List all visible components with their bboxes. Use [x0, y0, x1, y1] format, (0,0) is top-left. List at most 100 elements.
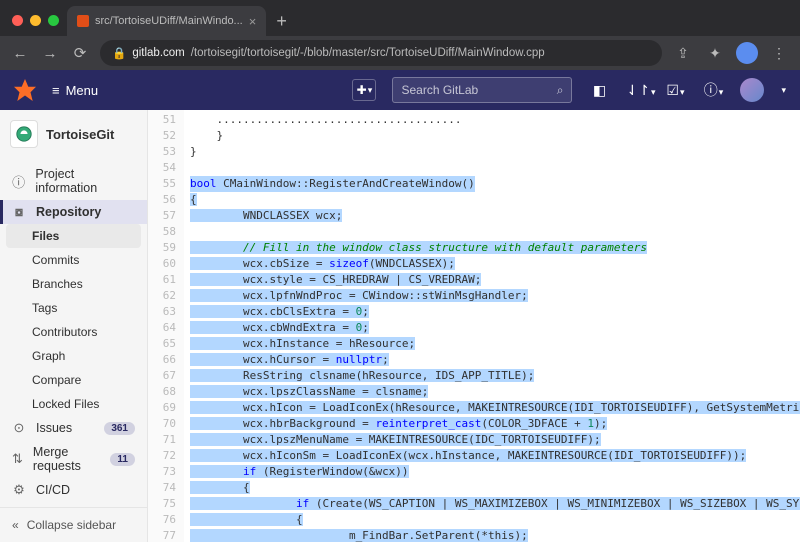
code-lines[interactable]: ..................................... }}…	[184, 110, 800, 542]
sidebar-item-graph[interactable]: Graph	[0, 344, 147, 368]
line-number[interactable]: 62	[148, 288, 176, 304]
line-number[interactable]: 56	[148, 192, 176, 208]
minimize-window-icon[interactable]	[30, 15, 41, 26]
line-number[interactable]: 66	[148, 352, 176, 368]
search-placeholder: Search GitLab	[401, 83, 478, 97]
tab-title: src/TortoiseUDiff/MainWindo...	[95, 15, 243, 27]
merge-requests-shortcut-icon[interactable]: ⇃↾▾	[626, 82, 648, 99]
code-line: wcx.lpszClassName = clsname;	[184, 384, 800, 400]
line-number[interactable]: 70	[148, 416, 176, 432]
code-line: wcx.hbrBackground = reinterpret_cast(COL…	[184, 416, 800, 432]
menu-icon[interactable]: ⋮	[768, 45, 790, 62]
line-number[interactable]: 63	[148, 304, 176, 320]
line-number[interactable]: 55	[148, 176, 176, 192]
line-number[interactable]: 54	[148, 160, 176, 176]
gitlab-logo-icon[interactable]	[14, 79, 36, 101]
sidebar-item-contributors[interactable]: Contributors	[0, 320, 147, 344]
forward-button[interactable]: →	[40, 45, 60, 62]
todos-icon[interactable]: ☑▾	[664, 82, 686, 99]
code-line: ResString clsname(hResource, IDS_APP_TIT…	[184, 368, 800, 384]
code-line	[184, 224, 800, 240]
code-line: wcx.hInstance = hResource;	[184, 336, 800, 352]
close-window-icon[interactable]	[12, 15, 23, 26]
chevron-left-icon: «	[12, 518, 19, 532]
line-number[interactable]: 74	[148, 480, 176, 496]
code-line: m_FindBar.SetParent(*this);	[184, 528, 800, 542]
sidebar-item-commits[interactable]: Commits	[0, 248, 147, 272]
browser-toolbar: ← → ⟳ 🔒 gitlab.com/tortoisegit/tortoiseg…	[0, 36, 800, 70]
sidebar-item-label: Commits	[32, 253, 79, 267]
line-number[interactable]: 72	[148, 448, 176, 464]
sidebar-item-merge-requests[interactable]: ⇅Merge requests11	[0, 440, 147, 478]
back-button[interactable]: ←	[10, 45, 30, 62]
code-line	[184, 160, 800, 176]
address-bar[interactable]: 🔒 gitlab.com/tortoisegit/tortoisegit/-/b…	[100, 40, 662, 66]
line-number[interactable]: 52	[148, 128, 176, 144]
share-icon[interactable]: ⇪	[672, 45, 694, 62]
maximize-window-icon[interactable]	[48, 15, 59, 26]
line-number[interactable]: 59	[148, 240, 176, 256]
lock-icon: 🔒	[112, 46, 126, 60]
sidebar-item-branches[interactable]: Branches	[0, 272, 147, 296]
search-input[interactable]: Search GitLab ⌕	[392, 77, 572, 103]
line-number[interactable]: 65	[148, 336, 176, 352]
line-number[interactable]: 51	[148, 112, 176, 128]
sidebar-item-files[interactable]: Files	[6, 224, 141, 248]
extensions-icon[interactable]: ✦	[704, 45, 726, 62]
line-number[interactable]: 76	[148, 512, 176, 528]
help-icon[interactable]: ⓘ▾	[702, 80, 724, 100]
browser-tab[interactable]: src/TortoiseUDiff/MainWindo... ×	[67, 6, 266, 36]
url-path: /tortoisegit/tortoisegit/-/blob/master/s…	[191, 47, 545, 59]
code-line: }	[184, 128, 800, 144]
line-number[interactable]: 68	[148, 384, 176, 400]
new-tab-button[interactable]: +	[266, 11, 297, 36]
code-line: wcx.lpfnWndProc = CWindow::stWinMsgHandl…	[184, 288, 800, 304]
sidebar-item-locked-files[interactable]: Locked Files	[0, 392, 147, 416]
sidebar-item-tags[interactable]: Tags	[0, 296, 147, 320]
issues-icon: ⊙	[12, 421, 26, 435]
project-header[interactable]: TortoiseGit	[0, 110, 147, 158]
sidebar-item-label: Issues	[36, 421, 72, 435]
sidebar-item-project-information[interactable]: ⓘProject information	[0, 162, 147, 200]
sidebar-item-label: Graph	[32, 349, 65, 363]
code-line: wcx.lpszMenuName = MAKEINTRESOURCE(IDC_T…	[184, 432, 800, 448]
sidebar-item-ci/cd[interactable]: ⚙CI/CD	[0, 478, 147, 502]
sidebar-item-repository[interactable]: ⧇ Repository	[0, 200, 147, 224]
repo-icon: ⧇	[12, 205, 26, 219]
code-line: wcx.hIconSm = LoadIconEx(wcx.hInstance, …	[184, 448, 800, 464]
collapse-sidebar-button[interactable]: « Collapse sidebar	[0, 507, 147, 542]
menu-button[interactable]: ≡ Menu	[52, 83, 98, 98]
line-number[interactable]: 77	[148, 528, 176, 542]
code-line: wcx.cbSize = sizeof(WNDCLASSEX);	[184, 256, 800, 272]
line-number[interactable]: 75	[148, 496, 176, 512]
browser-tab-strip: src/TortoiseUDiff/MainWindo... × +	[0, 0, 800, 36]
line-number[interactable]: 61	[148, 272, 176, 288]
sidebar: TortoiseGit ⓘProject information ⧇ Reposit…	[0, 110, 148, 542]
new-button[interactable]: ✚▾	[352, 79, 376, 101]
line-number[interactable]: 58	[148, 224, 176, 240]
sidebar-item-compare[interactable]: Compare	[0, 368, 147, 392]
reload-button[interactable]: ⟳	[70, 44, 90, 62]
line-number[interactable]: 67	[148, 368, 176, 384]
profile-avatar-icon[interactable]	[736, 42, 758, 64]
close-tab-icon[interactable]: ×	[249, 14, 257, 29]
code-line: wcx.hCursor = nullptr;	[184, 352, 800, 368]
sidebar-item-issues[interactable]: ⊙Issues361	[0, 416, 147, 440]
count-badge: 11	[110, 453, 135, 466]
line-number[interactable]: 71	[148, 432, 176, 448]
code-line: .....................................	[184, 112, 800, 128]
line-number[interactable]: 73	[148, 464, 176, 480]
line-number[interactable]: 64	[148, 320, 176, 336]
collapse-label: Collapse sidebar	[27, 518, 116, 532]
line-number[interactable]: 60	[148, 256, 176, 272]
sidebar-item-label: Branches	[32, 277, 83, 291]
ci-icon: ⚙	[12, 483, 26, 497]
line-number[interactable]: 57	[148, 208, 176, 224]
window-controls	[8, 15, 67, 36]
line-number[interactable]: 53	[148, 144, 176, 160]
gitlab-favicon-icon	[77, 15, 89, 27]
issues-shortcut-icon[interactable]: ◧	[588, 82, 610, 99]
sidebar-item-label: Repository	[36, 205, 101, 219]
line-number[interactable]: 69	[148, 400, 176, 416]
user-avatar[interactable]	[740, 78, 764, 102]
